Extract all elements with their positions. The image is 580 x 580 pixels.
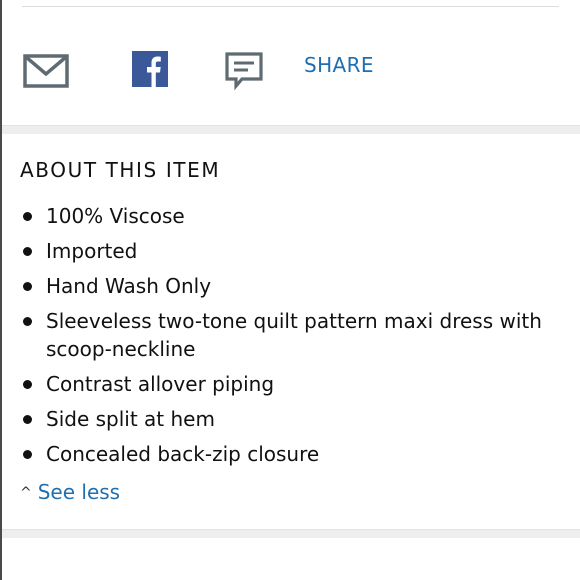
- message-icon[interactable]: [224, 51, 264, 95]
- facebook-icon[interactable]: [132, 51, 168, 91]
- bullet-icon: [23, 212, 32, 221]
- see-less-label: See less: [37, 480, 121, 504]
- list-item: Imported: [20, 237, 560, 265]
- section-separator: [2, 529, 580, 538]
- section-title: ABOUT THIS ITEM: [20, 158, 221, 182]
- list-item-text: Imported: [46, 239, 138, 263]
- see-less-button[interactable]: ^ See less: [20, 480, 120, 504]
- bullet-icon: [23, 450, 32, 459]
- mail-icon[interactable]: [23, 54, 69, 92]
- list-item-text: Concealed back-zip closure: [46, 442, 320, 466]
- bullet-icon: [23, 282, 32, 291]
- list-item-text: 100% Viscose: [46, 204, 185, 228]
- bullet-icon: [23, 247, 32, 256]
- feature-list: 100% Viscose Imported Hand Wash Only Sle…: [20, 202, 560, 475]
- chevron-up-icon: ^: [20, 485, 32, 501]
- list-item: Sleeveless two-tone quilt pattern maxi d…: [20, 307, 560, 363]
- list-item: Side split at hem: [20, 405, 560, 433]
- bullet-icon: [23, 317, 32, 326]
- bullet-icon: [23, 415, 32, 424]
- list-item-text: Sleeveless two-tone quilt pattern maxi d…: [46, 309, 542, 361]
- list-item-text: Contrast allover piping: [46, 372, 275, 396]
- list-item-text: Hand Wash Only: [46, 274, 212, 298]
- share-link[interactable]: SHARE: [304, 53, 374, 77]
- list-item: Contrast allover piping: [20, 370, 560, 398]
- next-section: [2, 538, 580, 580]
- product-detail-screen: SHARE ABOUT THIS ITEM 100% Viscose Impor…: [0, 0, 580, 580]
- list-item-text: Side split at hem: [46, 407, 215, 431]
- list-item: Concealed back-zip closure: [20, 440, 560, 468]
- list-item: 100% Viscose: [20, 202, 560, 230]
- bullet-icon: [23, 380, 32, 389]
- share-bar: SHARE: [2, 7, 580, 125]
- section-separator: [2, 125, 580, 134]
- list-item: Hand Wash Only: [20, 272, 560, 300]
